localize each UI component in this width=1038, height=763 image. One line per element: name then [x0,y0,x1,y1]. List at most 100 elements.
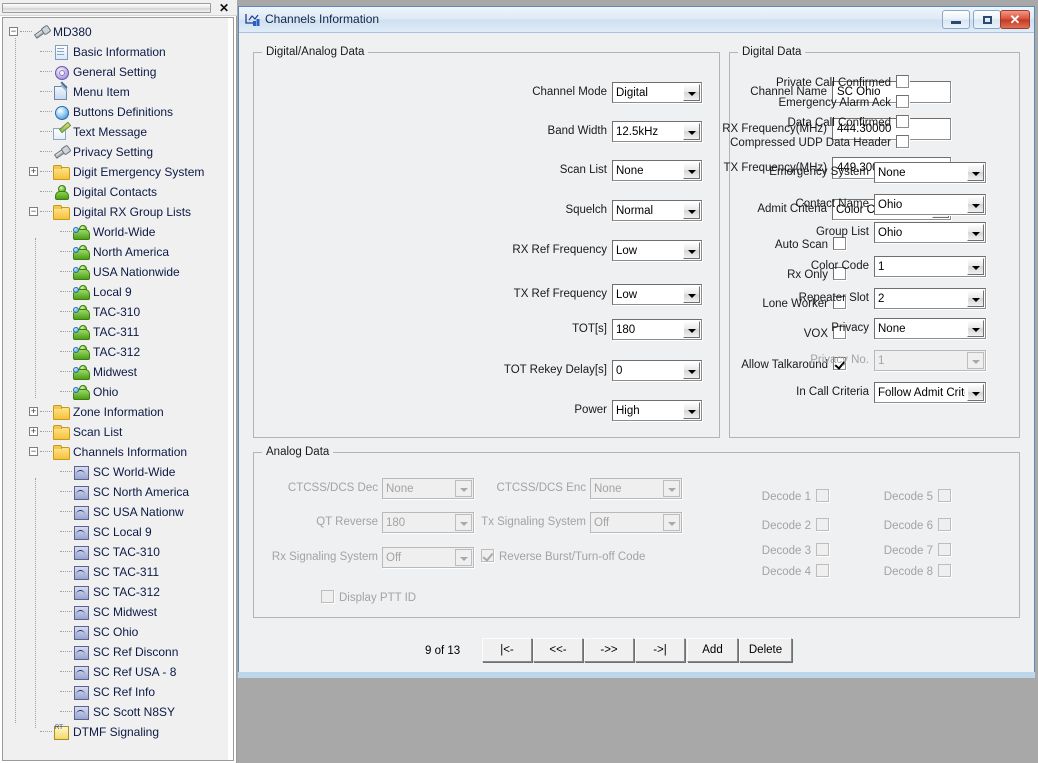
tree-item[interactable]: TAC-311 [3,321,228,341]
tree-item[interactable]: General Setting [3,61,228,81]
tree-item[interactable]: World-Wide [3,221,228,241]
tree-item[interactable]: SC Ref Disconn [3,641,228,661]
checkbox-private-call-confirmed[interactable] [896,75,909,88]
tree-item[interactable]: SC Ref Info [3,681,228,701]
field-in-call-criteria[interactable]: Follow Admit Criteria [874,382,986,403]
nav-button-[interactable]: ->> [584,638,634,662]
tree-item[interactable]: SC North America [3,481,228,501]
field-tx-ref-frequency-chevron-down-icon[interactable] [683,286,700,303]
tree-item[interactable]: SC Scott N8SY [3,701,228,721]
minimize-button[interactable] [942,10,970,29]
tree-item[interactable]: Text Message [3,121,228,141]
checkbox-data-call-confirmed[interactable] [896,115,909,128]
field-in-call-criteria-chevron-down-icon[interactable] [967,384,984,401]
field-squelch-chevron-down-icon[interactable] [683,202,700,219]
field-tot-s-chevron-down-icon[interactable] [683,321,700,338]
tree-item[interactable]: Buttons Definitions [3,101,228,121]
tree-item[interactable]: Midwest [3,361,228,381]
field-rx-ref-frequency[interactable]: Low [612,240,702,261]
tree-item-label: SC Midwest [93,604,158,619]
tree-expander[interactable]: − [29,447,38,457]
maximize-button[interactable] [973,10,1001,29]
tree-item[interactable]: Basic Information [3,41,228,61]
field-color-code[interactable]: 1 [874,256,986,277]
nav-button-[interactable]: <<- [533,638,583,662]
tree-item[interactable]: Ohio [3,381,228,401]
field-channel-mode-chevron-down-icon[interactable] [683,84,700,101]
tree-item[interactable]: SC Ref USA - 8 [3,661,228,681]
tree-item[interactable]: DTMF Signaling [3,721,228,741]
tree-item-label: Local 9 [93,284,132,299]
tree-expander[interactable]: − [9,27,18,37]
field-tot-rekey-delay-s[interactable]: 0 [612,360,702,381]
tree-item[interactable]: SC World-Wide [3,461,228,481]
field-privacy[interactable]: None [874,318,986,339]
nav-button-add[interactable]: Add [687,638,738,662]
tree-item[interactable]: USA Nationwide [3,261,228,281]
field-repeater-slot-chevron-down-icon[interactable] [967,290,984,307]
field-squelch[interactable]: Normal [612,200,702,221]
field-color-code-chevron-down-icon[interactable] [967,258,984,275]
tree-expander[interactable]: + [29,407,38,417]
tree-item-label: World-Wide [93,224,156,239]
field-scan-list[interactable]: None [612,160,702,181]
tree-item[interactable]: SC TAC-312 [3,581,228,601]
field-privacy-chevron-down-icon[interactable] [967,320,984,337]
field-contact-name-chevron-down-icon[interactable] [967,196,984,213]
field-privacy-no-chevron-down-icon [967,352,984,369]
tree-item[interactable]: + Zone Information [3,401,228,421]
tree-scroll-area[interactable]: − MD380 Basic Information General Setting Me… [2,17,234,761]
field-group-list-chevron-down-icon[interactable] [967,224,984,241]
field-channel-mode[interactable]: Digital [612,82,702,103]
tree-item[interactable]: + Scan List [3,421,228,441]
tree-item[interactable]: Local 9 [3,281,228,301]
tree-title-strip: ✕ [0,0,237,16]
tree-item[interactable]: SC USA Nationw [3,501,228,521]
tree-item[interactable]: TAC-312 [3,341,228,361]
dialog-title-bar[interactable]: Channels Information ✕ [239,7,1034,33]
close-icon[interactable]: ✕ [217,1,231,15]
tree-item[interactable]: Digital Contacts [3,181,228,201]
tree-item[interactable]: SC Ohio [3,621,228,641]
nav-button-[interactable]: |<- [482,638,532,662]
tree-expander[interactable]: + [29,427,38,437]
field-power-chevron-down-icon[interactable] [683,402,700,419]
field-tot-rekey-delay-s-label: TOT Rekey Delay[s] [503,364,607,376]
tree-item[interactable]: SC TAC-310 [3,541,228,561]
checkbox-emergency-alarm-ack[interactable] [896,95,909,108]
field-contact-name[interactable]: Ohio [874,194,986,215]
tree-horizontal-scrollbar[interactable] [2,3,211,13]
field-band-width[interactable]: 12.5kHz [612,121,702,142]
field-power[interactable]: High [612,400,702,421]
nav-button-delete[interactable]: Delete [739,638,792,662]
tree-item-label: SC Ohio [93,624,139,639]
tree-item[interactable]: − Channels Information [3,441,228,461]
field-emergency-system[interactable]: None [874,162,986,183]
field-group-list[interactable]: Ohio [874,222,986,243]
tree-root-item[interactable]: − MD380 [3,21,228,41]
field-tot-s[interactable]: 180 [612,319,702,340]
tree-item[interactable]: Privacy Setting [3,141,228,161]
tree-item[interactable]: − Digital RX Group Lists [3,201,228,221]
tree-item[interactable]: TAC-310 [3,301,228,321]
nav-button-[interactable]: ->| [635,638,685,662]
tree-item-label: DTMF Signaling [73,724,160,739]
tree-expander[interactable]: − [29,207,38,217]
tree-item[interactable]: SC Midwest [3,601,228,621]
tree-expander[interactable]: + [29,167,38,177]
field-tot-rekey-delay-s-chevron-down-icon[interactable] [683,362,700,379]
field-rx-ref-frequency-chevron-down-icon[interactable] [683,242,700,259]
checkbox-compressed-udp-data-header[interactable] [896,135,909,148]
tree-item[interactable]: SC Local 9 [3,521,228,541]
tree-item[interactable]: + Digit Emergency System [3,161,228,181]
field-rx-signaling-system-value: Off [386,552,402,564]
field-repeater-slot[interactable]: 2 [874,288,986,309]
tree-item[interactable]: Menu Item [3,81,228,101]
field-scan-list-chevron-down-icon[interactable] [683,162,700,179]
tree-item[interactable]: North America [3,241,228,261]
field-band-width-chevron-down-icon[interactable] [683,123,700,140]
field-emergency-system-chevron-down-icon[interactable] [967,164,984,181]
close-button[interactable]: ✕ [1000,10,1030,29]
tree-item[interactable]: SC TAC-311 [3,561,228,581]
field-tx-ref-frequency[interactable]: Low [612,284,702,305]
